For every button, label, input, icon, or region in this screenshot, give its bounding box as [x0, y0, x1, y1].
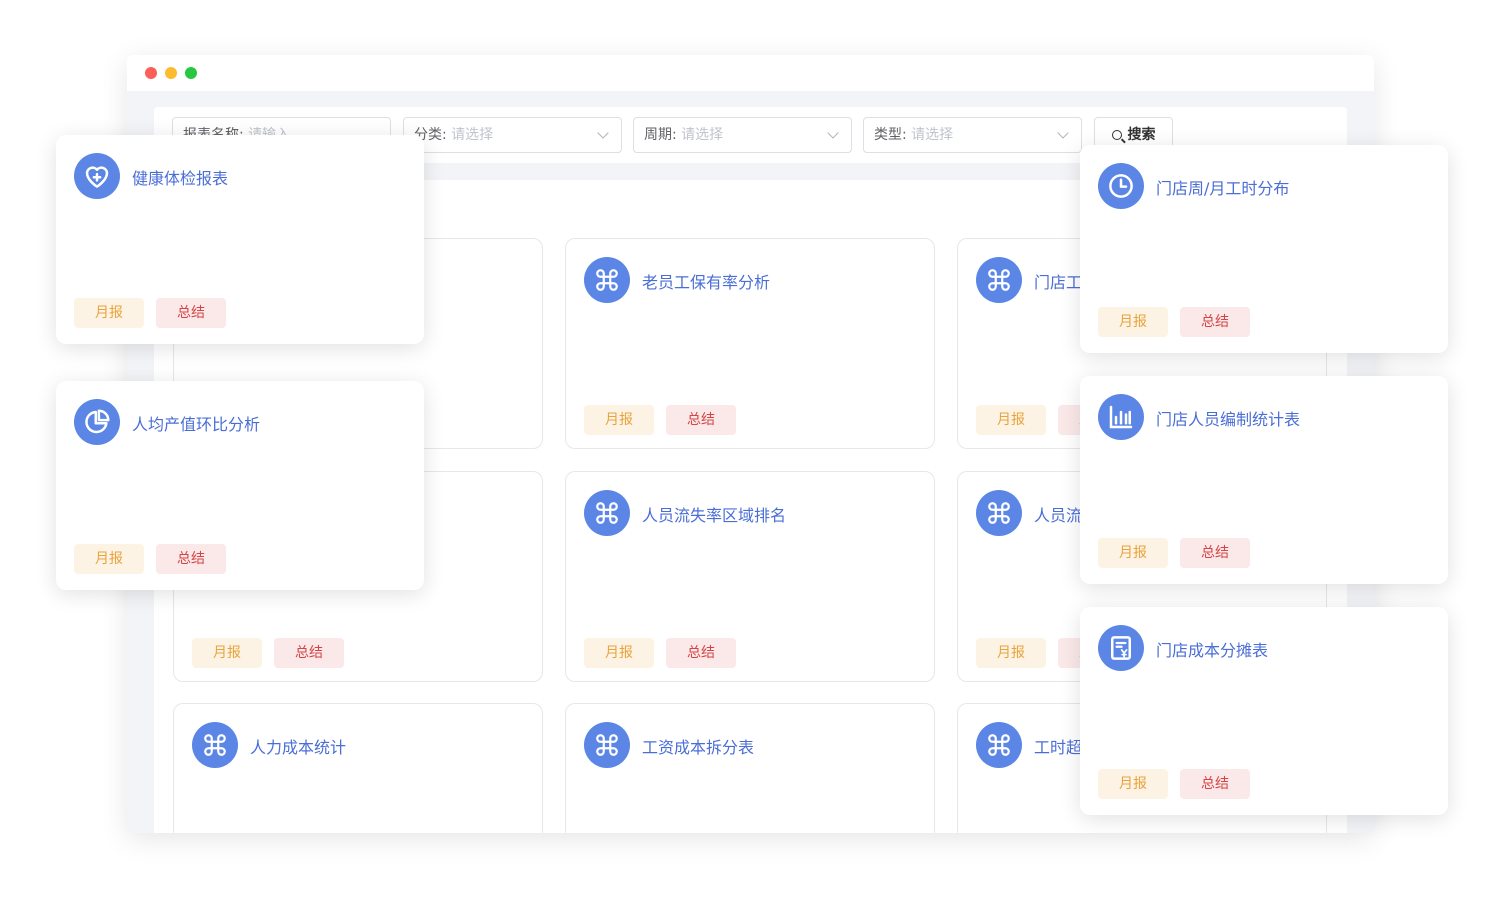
chevron-down-icon	[827, 127, 839, 139]
summary-tag: 总结	[156, 544, 226, 574]
monthly-tag: 月报	[1098, 538, 1168, 568]
command-icon	[976, 722, 1022, 768]
command-icon	[584, 722, 630, 768]
command-icon	[976, 490, 1022, 536]
report-card-title: 门店成本分摊表	[1156, 641, 1269, 660]
summary-tag: 总结	[1180, 307, 1250, 337]
maximize-window-button[interactable]	[185, 67, 197, 79]
floating-report-card[interactable]: 门店成本分摊表 月报 总结	[1080, 607, 1448, 815]
monthly-tag: 月报	[584, 638, 654, 668]
report-card[interactable]: 人员流失率区域排名 月报 总结	[565, 471, 935, 682]
floating-report-card[interactable]: 门店周/月工时分布 月报 总结	[1080, 145, 1448, 353]
invoice-yen-icon	[1098, 625, 1144, 671]
chevron-down-icon	[1057, 127, 1069, 139]
period-select[interactable]: 周期: 请选择	[633, 117, 852, 153]
summary-tag: 总结	[666, 405, 736, 435]
monthly-tag: 月报	[1098, 307, 1168, 337]
summary-tag: 总结	[156, 298, 226, 328]
report-card-title: 工资成本拆分表	[642, 738, 755, 757]
monthly-tag: 月报	[976, 405, 1046, 435]
report-card-title: 老员工保有率分析	[642, 273, 771, 292]
report-card-title: 人员流失率区域排名	[642, 506, 787, 525]
command-icon	[192, 722, 238, 768]
close-window-button[interactable]	[145, 67, 157, 79]
summary-tag: 总结	[274, 638, 344, 668]
monthly-tag: 月报	[74, 298, 144, 328]
report-card-title: 人员流	[1034, 506, 1083, 525]
category-select[interactable]: 分类: 请选择	[403, 117, 622, 153]
monthly-tag: 月报	[584, 405, 654, 435]
report-card-title: 门店工	[1034, 273, 1083, 292]
floating-report-card[interactable]: 人均产值环比分析 月报 总结	[56, 381, 424, 590]
command-icon	[584, 257, 630, 303]
command-icon	[976, 257, 1022, 303]
chevron-down-icon	[597, 127, 609, 139]
summary-tag: 总结	[1180, 769, 1250, 799]
report-card-title: 门店人员编制统计表	[1156, 410, 1301, 429]
report-card[interactable]: 工资成本拆分表	[565, 703, 935, 833]
pie-chart-icon	[74, 399, 120, 445]
floating-report-card[interactable]: 健康体检报表 月报 总结	[56, 135, 424, 344]
report-card-title: 健康体检报表	[132, 169, 229, 188]
report-card[interactable]: 人力成本统计	[173, 703, 543, 833]
monthly-tag: 月报	[976, 638, 1046, 668]
monthly-tag: 月报	[1098, 769, 1168, 799]
type-select[interactable]: 类型: 请选择	[863, 117, 1082, 153]
heart-plus-icon	[74, 153, 120, 199]
command-icon	[584, 490, 630, 536]
clock-icon	[1098, 163, 1144, 209]
report-card-title: 人力成本统计	[250, 738, 347, 757]
title-bar	[127, 55, 1374, 91]
minimize-window-button[interactable]	[165, 67, 177, 79]
report-card-title: 门店周/月工时分布	[1156, 179, 1290, 198]
monthly-tag: 月报	[74, 544, 144, 574]
floating-report-card[interactable]: 门店人员编制统计表 月报 总结	[1080, 376, 1448, 584]
report-card-title: 人均产值环比分析	[132, 415, 261, 434]
report-card[interactable]: 老员工保有率分析 月报 总结	[565, 238, 935, 449]
monthly-tag: 月报	[192, 638, 262, 668]
search-icon	[1111, 130, 1122, 140]
bar-chart-icon	[1098, 394, 1144, 440]
summary-tag: 总结	[666, 638, 736, 668]
report-card-title: 工时超	[1034, 738, 1083, 757]
summary-tag: 总结	[1180, 538, 1250, 568]
